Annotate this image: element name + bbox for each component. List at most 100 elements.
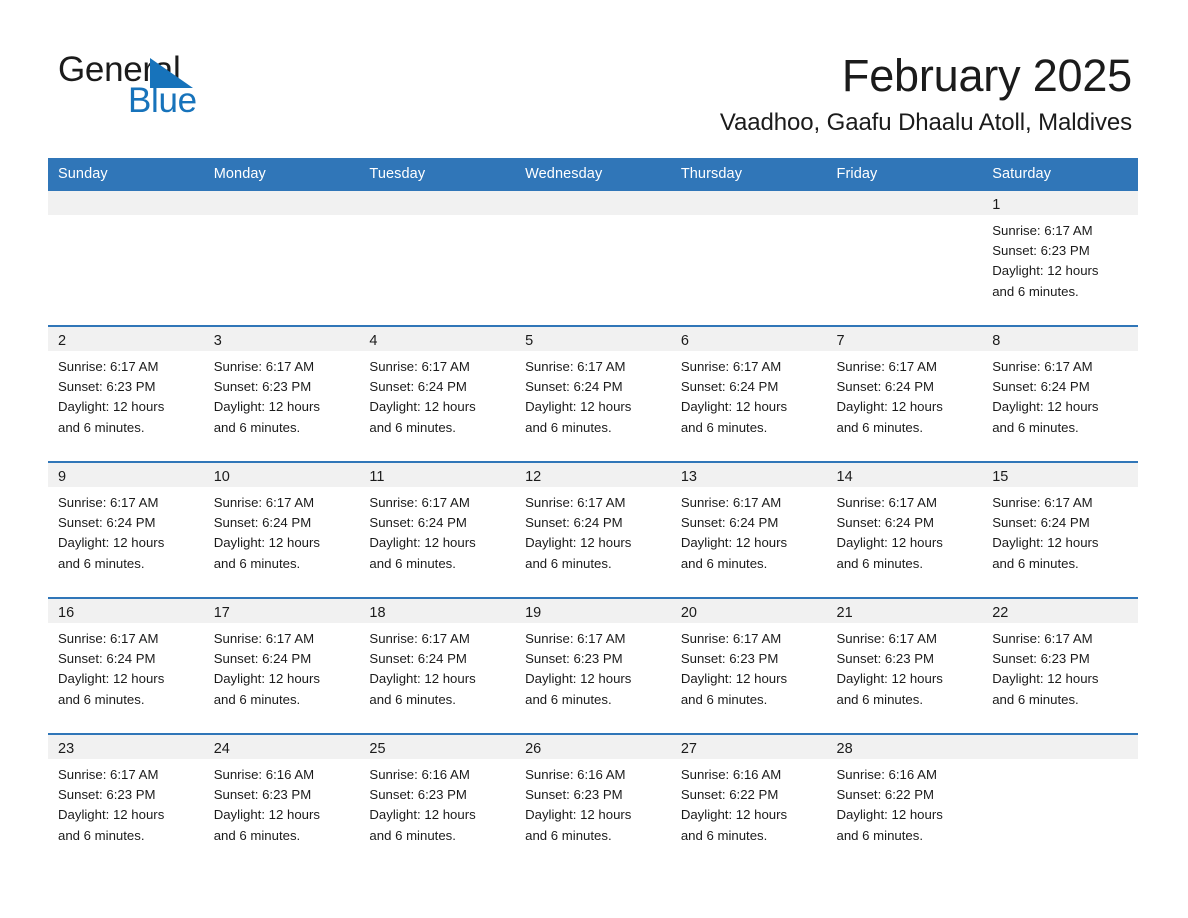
day-number: 10 <box>203 463 360 487</box>
location-subtitle: Vaadhoo, Gaafu Dhaalu Atoll, Maldives <box>719 109 1132 136</box>
calendar-day-cell[interactable]: 9 Sunrise: 6:17 AM Sunset: 6:24 PM Dayli… <box>48 461 204 598</box>
sunset-text: Sunset: 6:23 PM <box>992 651 1090 667</box>
calendar-day-cell[interactable]: 16 Sunrise: 6:17 AM Sunset: 6:24 PM Dayl… <box>48 597 204 734</box>
day-number: 9 <box>48 463 204 487</box>
calendar-day-cell[interactable]: 28 Sunrise: 6:16 AM Sunset: 6:22 PM Dayl… <box>826 733 983 869</box>
daylight-text-line1: Daylight: 12 hours <box>213 671 320 687</box>
calendar-header-row: Sunday Monday Tuesday Wednesday Thursday… <box>48 158 1138 191</box>
calendar-day-cell[interactable]: 23 Sunrise: 6:17 AM Sunset: 6:23 PM Dayl… <box>48 733 204 869</box>
calendar-day-cell[interactable]: 24 Sunrise: 6:16 AM Sunset: 6:23 PM Dayl… <box>203 733 360 869</box>
calendar-day-cell[interactable] <box>982 733 1138 869</box>
calendar-day-cell[interactable]: 7 Sunrise: 6:17 AM Sunset: 6:24 PM Dayli… <box>826 325 983 462</box>
calendar-day-cell[interactable]: 2 Sunrise: 6:17 AM Sunset: 6:23 PM Dayli… <box>48 325 204 462</box>
sunset-text: Sunset: 6:24 PM <box>369 515 467 531</box>
calendar-day-cell[interactable]: 11 Sunrise: 6:17 AM Sunset: 6:24 PM Dayl… <box>359 461 516 598</box>
calendar-week-row: 9 Sunrise: 6:17 AM Sunset: 6:24 PM Dayli… <box>48 461 1138 598</box>
day-number: 27 <box>670 735 827 759</box>
weekday-header-friday: Friday <box>826 158 983 191</box>
sunrise-text: Sunrise: 6:17 AM <box>369 359 470 374</box>
calendar-day-cell[interactable]: 27 Sunrise: 6:16 AM Sunset: 6:22 PM Dayl… <box>670 733 827 869</box>
daylight-text-line2: and 6 minutes. <box>369 555 456 571</box>
calendar-day-cell[interactable]: 26 Sunrise: 6:16 AM Sunset: 6:23 PM Dayl… <box>515 733 671 869</box>
day-number: 13 <box>670 463 827 487</box>
day-number: 11 <box>359 463 516 487</box>
day-number: 2 <box>48 327 204 351</box>
daylight-text-line1: Daylight: 12 hours <box>680 671 788 687</box>
daylight-text-line2: and 6 minutes. <box>836 555 924 571</box>
daylight-text-line2: and 6 minutes. <box>58 827 145 843</box>
calendar-day-cell[interactable]: 5 Sunrise: 6:17 AM Sunset: 6:24 PM Dayli… <box>515 325 671 462</box>
sunrise-text: Sunrise: 6:17 AM <box>525 359 626 374</box>
sunrise-text: Sunrise: 6:17 AM <box>680 495 782 510</box>
daylight-text-line1: Daylight: 12 hours <box>992 263 1099 279</box>
day-number: 4 <box>359 327 516 351</box>
day-number: 6 <box>670 327 827 351</box>
calendar-week-row: 1 Sunrise: 6:17 AM Sunset: 6:23 PM Dayli… <box>48 191 1138 326</box>
sunset-text: Sunset: 6:24 PM <box>369 379 467 395</box>
calendar-day-cell[interactable]: 3 Sunrise: 6:17 AM Sunset: 6:23 PM Dayli… <box>203 325 360 462</box>
daylight-text-line1: Daylight: 12 hours <box>58 535 165 551</box>
day-number: 19 <box>515 599 671 623</box>
day-number: 25 <box>359 735 516 759</box>
sunset-text: Sunset: 6:23 PM <box>525 787 623 803</box>
daylight-text-line1: Daylight: 12 hours <box>992 535 1099 551</box>
weekday-header-tuesday: Tuesday <box>359 158 516 191</box>
daylight-text-line1: Daylight: 12 hours <box>58 671 165 687</box>
sunrise-text: Sunrise: 6:17 AM <box>58 495 159 510</box>
day-number: 28 <box>826 735 983 759</box>
calendar-day-cell[interactable]: 15 Sunrise: 6:17 AM Sunset: 6:24 PM Dayl… <box>982 461 1138 598</box>
sunset-text: Sunset: 6:23 PM <box>213 787 312 803</box>
calendar-day-cell[interactable]: 22 Sunrise: 6:17 AM Sunset: 6:23 PM Dayl… <box>982 597 1138 734</box>
sunrise-text: Sunrise: 6:16 AM <box>369 767 470 782</box>
day-number: 23 <box>48 735 204 759</box>
sunrise-text: Sunrise: 6:17 AM <box>836 631 937 646</box>
daylight-text-line1: Daylight: 12 hours <box>525 807 632 823</box>
calendar-day-cell[interactable]: 6 Sunrise: 6:17 AM Sunset: 6:24 PM Dayli… <box>670 325 827 462</box>
sunset-text: Sunset: 6:23 PM <box>58 787 156 803</box>
sunset-text: Sunset: 6:23 PM <box>680 651 779 667</box>
day-number: 5 <box>515 327 671 351</box>
daylight-text-line2: and 6 minutes. <box>369 691 456 707</box>
day-number: 12 <box>515 463 671 487</box>
calendar-day-cell[interactable]: 4 Sunrise: 6:17 AM Sunset: 6:24 PM Dayli… <box>359 325 516 462</box>
sunrise-text: Sunrise: 6:17 AM <box>213 631 315 646</box>
daylight-text-line2: and 6 minutes. <box>836 691 924 707</box>
calendar-day-cell[interactable]: 1 Sunrise: 6:17 AM Sunset: 6:23 PM Dayli… <box>982 191 1138 326</box>
calendar-day-cell[interactable]: 17 Sunrise: 6:17 AM Sunset: 6:24 PM Dayl… <box>203 597 360 734</box>
page-title: February 2025 <box>841 50 1132 101</box>
daylight-text-line2: and 6 minutes. <box>992 555 1079 571</box>
calendar-day-cell[interactable]: 14 Sunrise: 6:17 AM Sunset: 6:24 PM Dayl… <box>826 461 983 598</box>
calendar-day-cell[interactable] <box>48 191 204 326</box>
calendar-day-cell[interactable]: 8 Sunrise: 6:17 AM Sunset: 6:24 PM Dayli… <box>982 325 1138 462</box>
calendar-day-cell[interactable] <box>515 191 671 326</box>
general-blue-logo: General Blue <box>58 52 288 122</box>
daylight-text-line2: and 6 minutes. <box>369 419 456 435</box>
daylight-text-line1: Daylight: 12 hours <box>680 807 788 823</box>
title-block: February 2025 Vaadhoo, Gaafu Dhaalu Atol… <box>720 50 1132 138</box>
calendar-day-cell[interactable] <box>359 191 516 326</box>
calendar-day-cell[interactable] <box>203 191 360 326</box>
daylight-text-line1: Daylight: 12 hours <box>836 535 943 551</box>
calendar-day-cell[interactable] <box>670 191 827 326</box>
calendar-day-cell[interactable]: 18 Sunrise: 6:17 AM Sunset: 6:24 PM Dayl… <box>359 597 516 734</box>
calendar-day-cell[interactable]: 12 Sunrise: 6:17 AM Sunset: 6:24 PM Dayl… <box>515 461 671 598</box>
calendar-day-cell[interactable]: 13 Sunrise: 6:17 AM Sunset: 6:24 PM Dayl… <box>670 461 827 598</box>
daylight-text-line1: Daylight: 12 hours <box>213 535 320 551</box>
calendar-day-cell[interactable]: 19 Sunrise: 6:17 AM Sunset: 6:23 PM Dayl… <box>515 597 671 734</box>
calendar-day-cell[interactable] <box>826 191 983 326</box>
daylight-text-line2: and 6 minutes. <box>992 283 1079 299</box>
sunset-text: Sunset: 6:24 PM <box>58 515 156 531</box>
calendar-day-cell[interactable]: 10 Sunrise: 6:17 AM Sunset: 6:24 PM Dayl… <box>203 461 360 598</box>
calendar-day-cell[interactable]: 20 Sunrise: 6:17 AM Sunset: 6:23 PM Dayl… <box>670 597 827 734</box>
calendar-day-cell[interactable]: 21 Sunrise: 6:17 AM Sunset: 6:23 PM Dayl… <box>826 597 983 734</box>
daylight-text-line2: and 6 minutes. <box>58 691 145 707</box>
daylight-text-line2: and 6 minutes. <box>992 419 1079 435</box>
calendar-grid: Sunday Monday Tuesday Wednesday Thursday… <box>48 158 1138 869</box>
calendar-day-cell[interactable]: 25 Sunrise: 6:16 AM Sunset: 6:23 PM Dayl… <box>359 733 516 869</box>
daylight-text-line1: Daylight: 12 hours <box>369 671 476 687</box>
sunset-text: Sunset: 6:23 PM <box>58 379 156 395</box>
daylight-text-line2: and 6 minutes. <box>525 827 612 843</box>
daylight-text-line2: and 6 minutes. <box>680 555 768 571</box>
sunrise-text: Sunrise: 6:17 AM <box>369 631 470 646</box>
sunrise-text: Sunrise: 6:17 AM <box>992 359 1093 374</box>
